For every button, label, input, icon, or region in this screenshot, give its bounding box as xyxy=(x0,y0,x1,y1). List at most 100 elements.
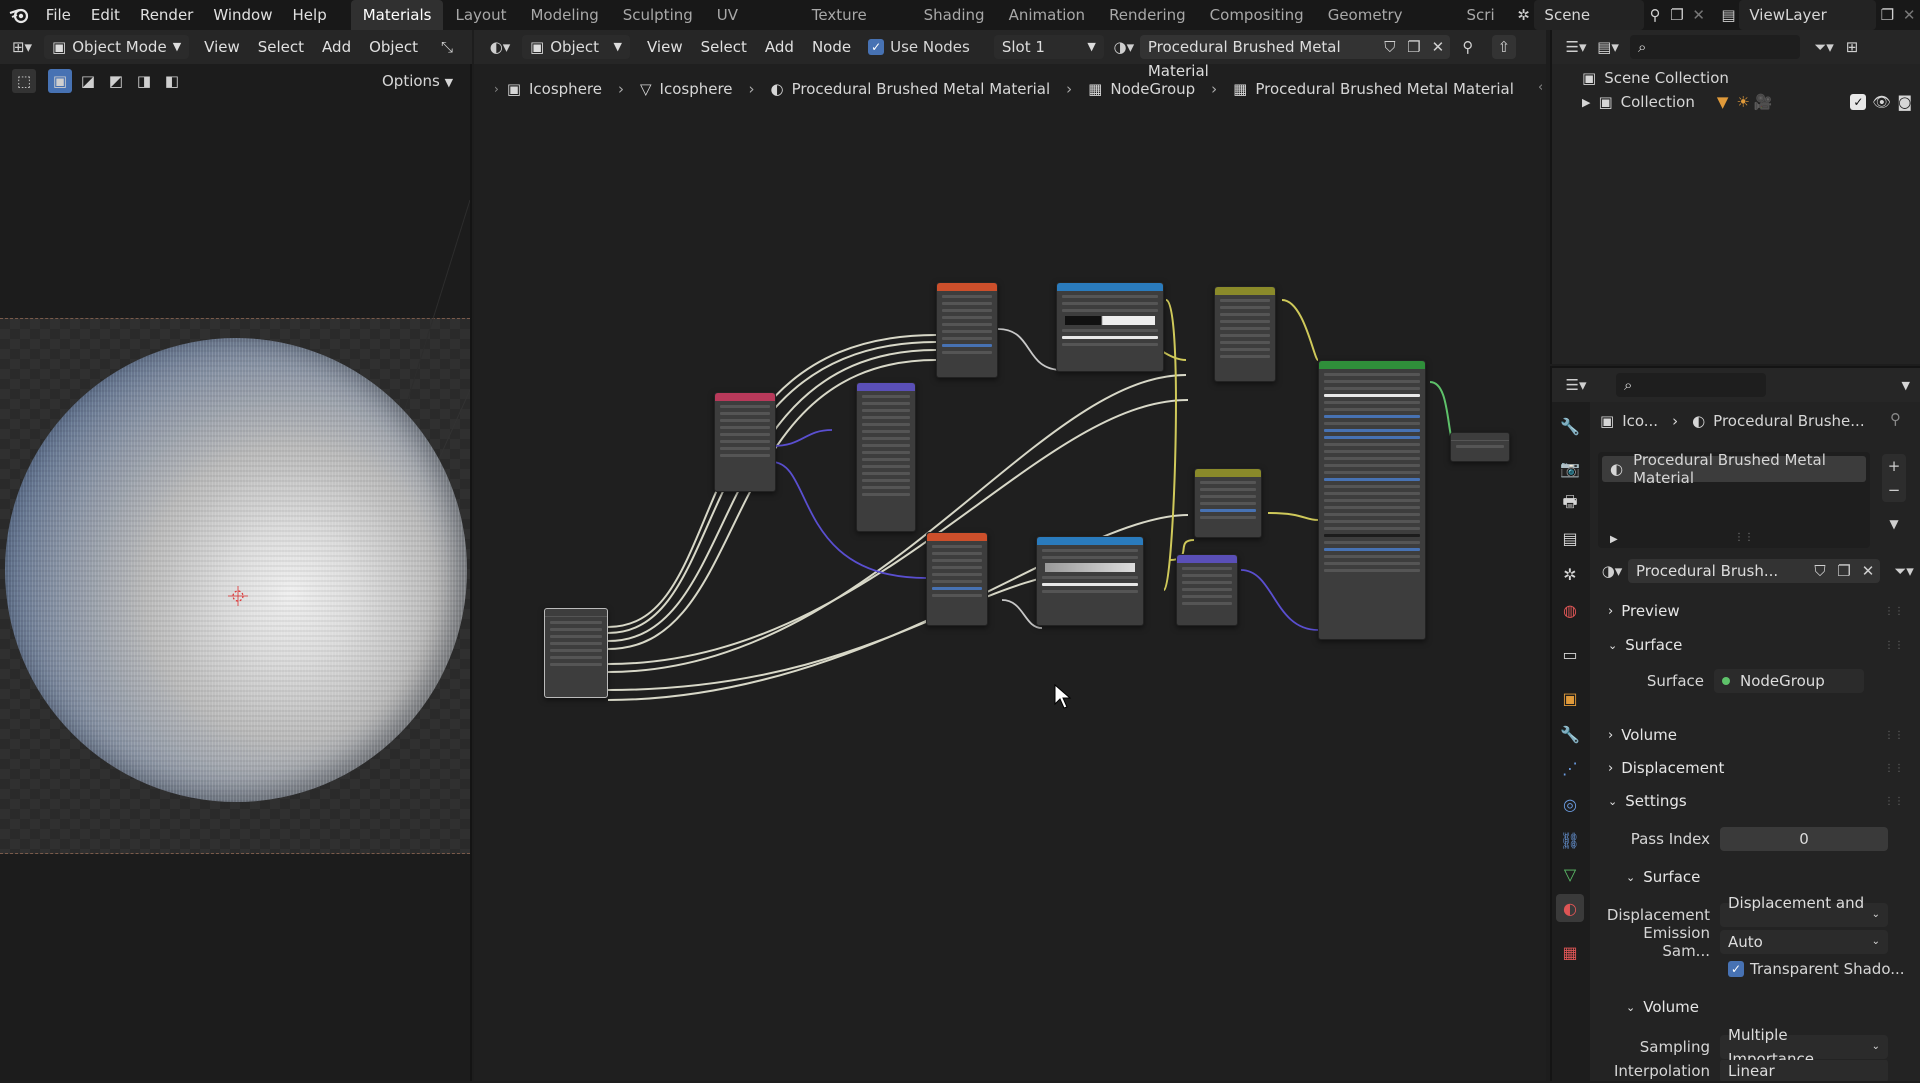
panel-displacement[interactable]: › Displacement ⋮⋮ xyxy=(1600,753,1912,783)
scene-name[interactable]: Scene xyxy=(1534,0,1645,30)
panel-surface[interactable]: ⌄ Surface ⋮⋮ xyxy=(1600,630,1912,660)
panel-volume[interactable]: › Volume ⋮⋮ xyxy=(1600,720,1912,750)
menu-window[interactable]: Window xyxy=(203,0,282,30)
duplicate-material-icon[interactable]: ❐ xyxy=(1832,559,1856,583)
link-type-icon[interactable]: ⏷▾ xyxy=(1892,559,1916,583)
outliner-search-input[interactable]: ⌕ xyxy=(1630,35,1800,59)
outliner-row-collection[interactable]: ▶ ▣ Collection ▼ ☀ 🎥 ✓ 👁 ◙ xyxy=(1582,90,1912,114)
menu-render[interactable]: Render xyxy=(130,0,203,30)
output-tab-icon[interactable]: 🖶 xyxy=(1556,490,1584,518)
color-ramp-node-top[interactable] xyxy=(1056,282,1164,372)
bump-node[interactable] xyxy=(1176,554,1238,626)
viewport-3d[interactable]: ⊞▾ ▣ Object Mode ▼ View Select Add Objec… xyxy=(0,30,472,1081)
workspace-tab-animation[interactable]: Animation xyxy=(997,0,1097,30)
color-ramp-node-bottom[interactable] xyxy=(1036,536,1144,626)
mix-node[interactable] xyxy=(1214,286,1276,382)
particles-tab-icon[interactable]: ⋰ xyxy=(1556,754,1584,782)
workspace-tab-modeling[interactable]: Modeling xyxy=(518,0,610,30)
workspace-tab-geometry-nodes[interactable]: Geometry Nodes xyxy=(1316,0,1455,54)
data-tab-icon[interactable]: ▽ xyxy=(1556,860,1584,888)
workspace-tab-compositing[interactable]: Compositing xyxy=(1198,0,1316,30)
constraints-tab-icon[interactable]: ⛓ xyxy=(1556,826,1584,854)
workspace-tab-sculpting[interactable]: Sculpting xyxy=(611,0,705,30)
new-scene-icon[interactable]: ❐ xyxy=(1666,3,1688,27)
remove-slot-icon[interactable]: − xyxy=(1882,478,1906,502)
drag-handle-icon[interactable]: ⋮⋮ xyxy=(1884,763,1904,774)
view-layer-icon[interactable]: ▤ xyxy=(1718,3,1740,27)
pin-icon[interactable]: ⚲ xyxy=(1890,410,1901,428)
visibility-eye-icon[interactable]: 👁 xyxy=(1872,93,1891,111)
physics-tab-icon[interactable]: ◎ xyxy=(1556,790,1584,818)
displacement-method-dropdown[interactable]: Displacement and ... ⌄ xyxy=(1720,894,1888,936)
new-collection-icon[interactable]: ⊞ xyxy=(1840,35,1864,59)
group-output-node[interactable] xyxy=(1450,432,1510,462)
close-scene-icon[interactable]: ✕ xyxy=(1688,3,1710,27)
surface-shader-field[interactable]: NodeGroup xyxy=(1714,669,1864,693)
object-tab-icon[interactable]: ▣ xyxy=(1556,684,1584,712)
blender-logo-icon[interactable] xyxy=(8,3,30,27)
chevron-down-icon[interactable]: ▼ xyxy=(1902,379,1910,392)
group-input-node[interactable] xyxy=(544,608,608,698)
volume-interpolation-dropdown[interactable]: Linear xyxy=(1720,1060,1888,1081)
drag-handle-icon[interactable]: ⋮⋮ xyxy=(1884,640,1904,651)
texture-coordinate-node[interactable] xyxy=(714,392,776,492)
menu-file[interactable]: File xyxy=(36,0,81,30)
collection-tab-icon[interactable]: ▭ xyxy=(1556,640,1584,668)
world-tab-icon[interactable]: ◍ xyxy=(1556,596,1584,624)
material-browse-icon[interactable]: ◑▾ xyxy=(1600,559,1624,583)
principled-bsdf-node[interactable] xyxy=(1318,360,1426,640)
subpanel-surface[interactable]: ⌄ Surface xyxy=(1618,862,1920,892)
node-editor[interactable]: ◐▾ ▣ Object ▼ View Select Add Node ✓ Use… xyxy=(474,30,1546,1081)
scene-icon[interactable]: ✲ xyxy=(1513,3,1535,27)
material-name-field[interactable]: Procedural Brush... xyxy=(1628,559,1808,583)
mapping-node[interactable] xyxy=(856,382,916,532)
workspace-tab-layout[interactable]: Layout xyxy=(443,0,518,30)
properties-search-input[interactable]: ⌕ xyxy=(1616,373,1766,397)
workspace-tab-scripting[interactable]: Scri xyxy=(1455,0,1507,30)
include-collection-checkbox[interactable]: ✓ xyxy=(1850,94,1867,110)
texture-tab-icon[interactable]: ▦ xyxy=(1556,938,1584,966)
editor-type-icon[interactable]: ☰▾ xyxy=(1564,35,1588,59)
subpanel-volume[interactable]: ⌄ Volume xyxy=(1618,992,1920,1022)
view-layer-name[interactable]: ViewLayer xyxy=(1739,0,1877,30)
transparent-shadows-checkbox[interactable]: ✓ xyxy=(1728,961,1744,977)
slot-specials-icon[interactable]: ▼ xyxy=(1882,512,1906,536)
tool-tab-icon[interactable]: 🔧 xyxy=(1556,412,1584,440)
panel-settings[interactable]: ⌄ Settings ⋮⋮ xyxy=(1600,786,1912,816)
view-layer-tab-icon[interactable]: ▤ xyxy=(1556,524,1584,552)
unlink-material-icon[interactable]: ✕ xyxy=(1856,559,1880,583)
render-tab-icon[interactable]: 📷 xyxy=(1556,454,1584,482)
close-view-layer-icon[interactable]: ✕ xyxy=(1898,3,1920,27)
modifier-tab-icon[interactable]: 🔧 xyxy=(1556,720,1584,748)
material-tab-icon[interactable]: ◐ xyxy=(1556,894,1584,922)
resize-handle-icon[interactable]: ⋮⋮ xyxy=(1734,532,1754,543)
hue-saturation-value-node[interactable] xyxy=(1194,468,1262,538)
panel-preview[interactable]: › Preview ⋮⋮ xyxy=(1600,596,1912,626)
filter-icon[interactable]: ⏷▾ xyxy=(1812,35,1836,59)
new-view-layer-icon[interactable]: ❐ xyxy=(1876,3,1898,27)
add-slot-icon[interactable]: + xyxy=(1882,454,1906,478)
workspace-tab-rendering[interactable]: Rendering xyxy=(1097,0,1198,30)
render-camera-icon[interactable]: ◙ xyxy=(1897,93,1912,111)
editor-type-icon[interactable]: ☰▾ xyxy=(1564,373,1588,397)
emission-sampling-dropdown[interactable]: Auto ⌄ xyxy=(1720,930,1888,954)
volume-sampling-dropdown[interactable]: Multiple Importance ⌄ xyxy=(1720,1026,1888,1068)
drag-handle-icon[interactable]: ⋮⋮ xyxy=(1884,606,1904,617)
display-mode-icon[interactable]: ▤▾ xyxy=(1596,35,1620,59)
outliner-row-scene-collection[interactable]: ▣ Scene Collection xyxy=(1582,66,1729,90)
transparent-shadows-row[interactable]: ✓ Transparent Shado... xyxy=(1728,956,1905,982)
material-slot-item[interactable]: ◐ Procedural Brushed Metal Material xyxy=(1602,451,1866,487)
noise-texture-node-top[interactable] xyxy=(936,282,998,378)
menu-edit[interactable]: Edit xyxy=(81,0,130,30)
noise-texture-node-bottom[interactable] xyxy=(926,532,988,626)
expand-arrow-icon[interactable]: ▶ xyxy=(1610,534,1618,545)
menu-help[interactable]: Help xyxy=(283,0,337,30)
drag-handle-icon[interactable]: ⋮⋮ xyxy=(1884,730,1904,741)
scene-tab-icon[interactable]: ✲ xyxy=(1556,560,1584,588)
workspace-tab-shading[interactable]: Shading xyxy=(912,0,997,30)
pin-icon[interactable]: ⚲ xyxy=(1644,3,1666,27)
workspace-tab-materials[interactable]: Materials xyxy=(350,0,444,30)
fake-user-shield-icon[interactable]: ⛉ xyxy=(1808,559,1832,583)
workspace-tab-uv-editing[interactable]: UV Editing xyxy=(705,0,800,54)
workspace-tab-texture-paint[interactable]: Texture Paint xyxy=(800,0,912,54)
